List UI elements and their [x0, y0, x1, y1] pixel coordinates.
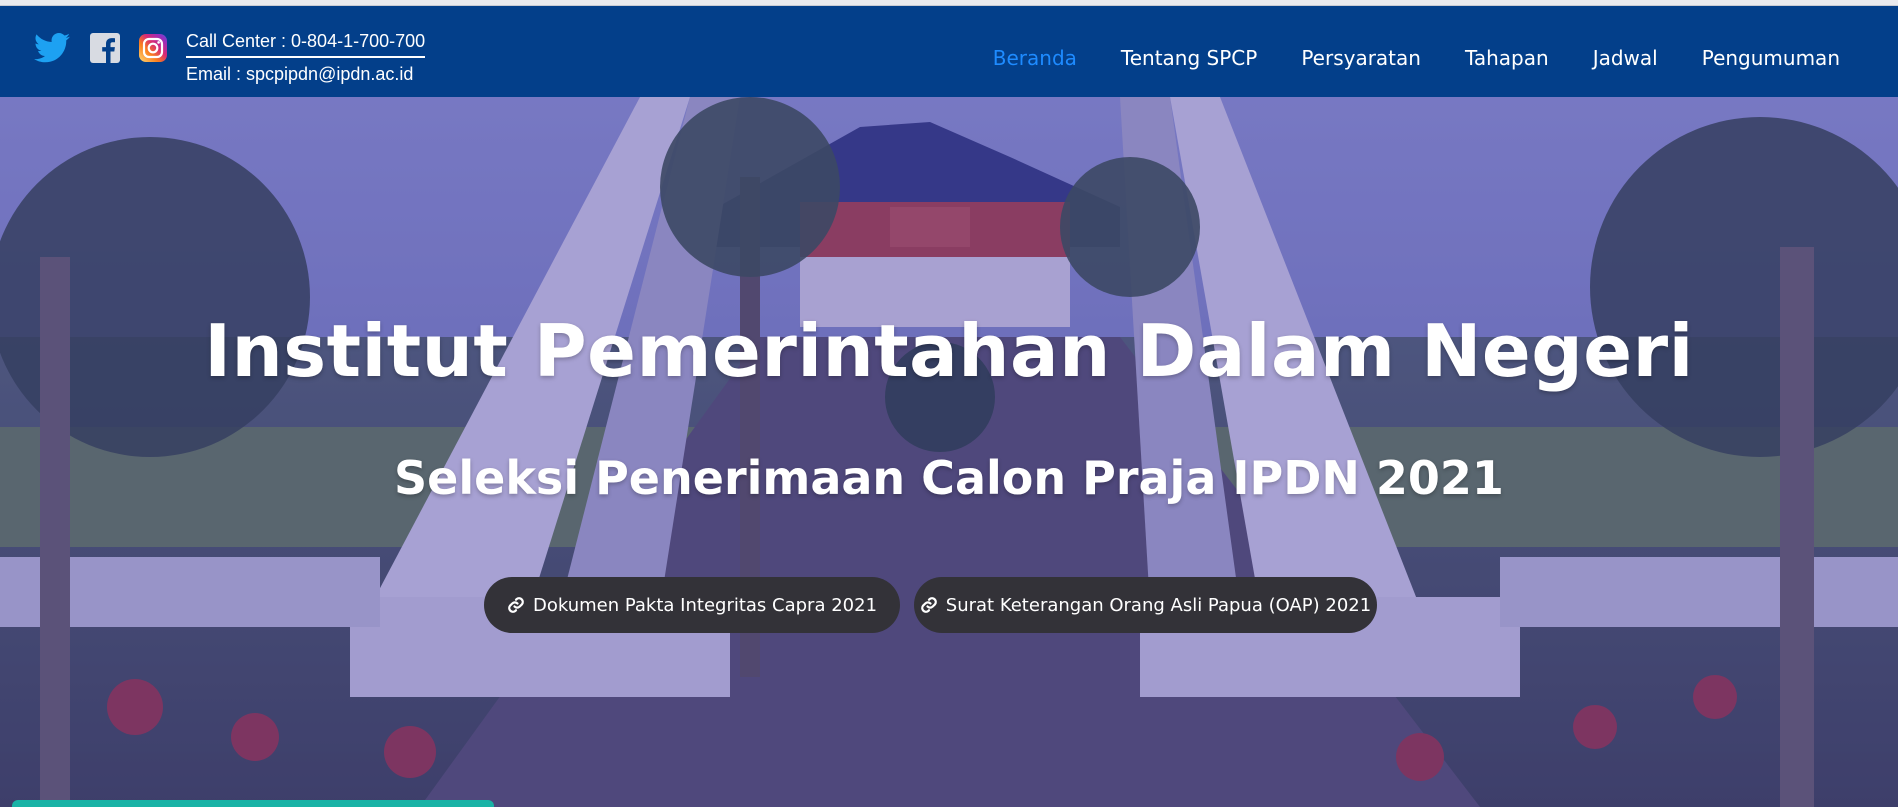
navbar: Call Center : 0-804-1-700-700 Email : sp… — [0, 6, 1898, 97]
contact-info: Call Center : 0-804-1-700-700 Email : sp… — [186, 28, 426, 87]
nav-persyaratan[interactable]: Persyaratan — [1279, 30, 1443, 86]
nav-tahapan[interactable]: Tahapan — [1443, 30, 1571, 86]
link-icon — [920, 596, 938, 614]
oap-certificate-button[interactable]: Surat Keterangan Orang Asli Papua (OAP) … — [914, 577, 1377, 633]
teal-popup-edge[interactable] — [12, 800, 494, 807]
nav-jadwal[interactable]: Jadwal — [1571, 30, 1680, 86]
twitter-icon — [34, 33, 70, 63]
hero-title: Institut Pemerintahan Dalam Negeri — [204, 309, 1694, 393]
link-icon — [507, 596, 525, 614]
oap-certificate-label: Surat Keterangan Orang Asli Papua (OAP) … — [945, 594, 1372, 616]
hero-section: Institut Pemerintahan Dalam Negeri Selek… — [0, 97, 1898, 807]
instagram-icon — [139, 34, 167, 62]
main-nav: Beranda Tentang SPCP Persyaratan Tahapan… — [971, 30, 1862, 86]
facebook-icon — [90, 33, 120, 63]
pakta-integritas-label: Dokumen Pakta Integritas Capra 2021 — [532, 594, 878, 616]
nav-tentang-spcp[interactable]: Tentang SPCP — [1099, 30, 1279, 86]
call-center-link[interactable]: Call Center : 0-804-1-700-700 — [186, 28, 426, 58]
email-text: Email : spcpipdn@ipdn.ac.id — [186, 64, 414, 84]
hero-subtitle: Seleksi Penerimaan Calon Praja IPDN 2021 — [394, 451, 1504, 505]
pakta-integritas-button[interactable]: Dokumen Pakta Integritas Capra 2021 — [484, 577, 900, 633]
twitter-link[interactable] — [34, 28, 70, 68]
facebook-link[interactable] — [90, 28, 120, 68]
nav-beranda[interactable]: Beranda — [971, 30, 1099, 86]
nav-pengumuman[interactable]: Pengumuman — [1680, 30, 1862, 86]
instagram-link[interactable] — [139, 28, 167, 68]
